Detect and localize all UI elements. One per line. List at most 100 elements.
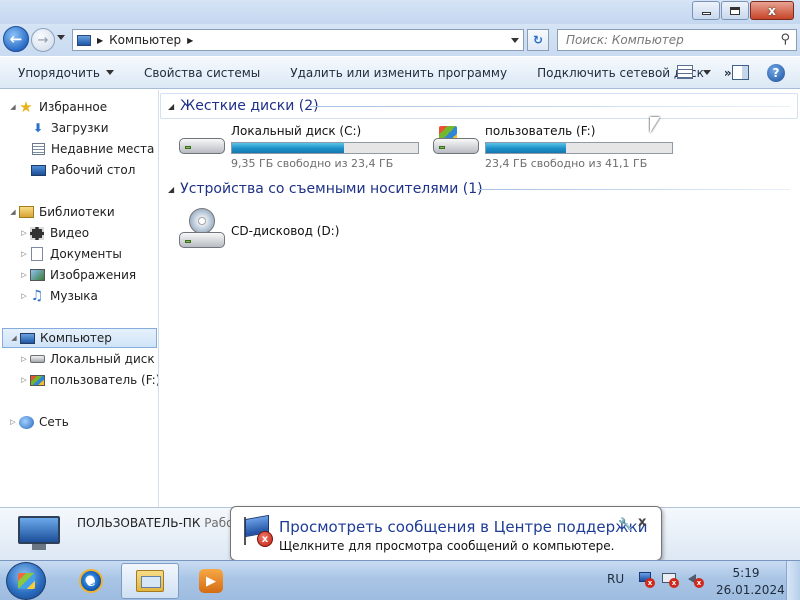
collapse-icon[interactable]: ◢	[8, 103, 18, 111]
nav-recent-places-label: Недавние места	[51, 142, 155, 156]
nav-user-disk-f[interactable]: ▷ пользователь (F:)	[19, 370, 158, 390]
nav-documents[interactable]: ▷ Документы	[19, 244, 122, 264]
drive-c[interactable]: Локальный диск (C:) 9,35 ГБ свободно из …	[177, 124, 419, 170]
command-bar: Упорядочить Свойства системы Удалить или…	[0, 56, 800, 89]
taskbar-windows-explorer[interactable]	[121, 563, 179, 599]
change-view-button[interactable]	[677, 65, 711, 79]
nav-libraries[interactable]: ◢ Библиотеки	[8, 202, 114, 222]
group-header-hard-drives[interactable]: ◢ Жесткие диски (2)	[168, 97, 319, 115]
start-button[interactable]	[6, 562, 46, 600]
nav-computer[interactable]: ◢ Компьютер	[2, 328, 157, 348]
expand-icon[interactable]: ▷	[19, 271, 29, 279]
forward-button[interactable]: →	[31, 28, 55, 52]
nav-documents-label: Документы	[50, 247, 122, 261]
nav-favorites[interactable]: ◢ ★ Избранное	[8, 97, 107, 117]
organize-button[interactable]: Упорядочить	[18, 66, 114, 80]
language-indicator[interactable]: RU	[607, 572, 624, 586]
drive-d[interactable]: CD-дисковод (D:)	[177, 208, 339, 252]
breadcrumb-computer[interactable]: Компьютер	[109, 33, 181, 47]
expand-icon[interactable]: ▷	[19, 292, 29, 300]
documents-library-icon	[29, 247, 45, 261]
system-properties-button[interactable]: Свойства системы	[144, 66, 260, 80]
expand-icon[interactable]: ▷	[8, 418, 18, 426]
notification-title[interactable]: Просмотреть сообщения в Центре поддержки	[279, 518, 647, 536]
nav-pictures-label: Изображения	[50, 268, 137, 282]
drive-f-info: пользователь (F:) 23,4 ГБ свободно из 41…	[485, 124, 673, 170]
desktop-icon	[30, 163, 46, 177]
nav-music-label: Музыка	[50, 289, 98, 303]
action-center-notification[interactable]: x Просмотреть сообщения в Центре поддерж…	[230, 506, 662, 575]
preview-pane-button[interactable]	[732, 65, 749, 80]
back-button[interactable]: ←	[3, 26, 29, 52]
breadcrumb-separator-icon[interactable]: ▶	[97, 36, 103, 45]
search-icon[interactable]: ⚲	[780, 32, 790, 47]
taskbar-media-player[interactable]: ▶	[182, 563, 240, 599]
view-icon	[677, 65, 693, 79]
collapse-group-icon[interactable]: ◢	[168, 102, 174, 111]
expand-icon[interactable]: ▷	[19, 355, 29, 363]
group-header-removable[interactable]: ◢ Устройства со съемными носителями (1)	[168, 180, 483, 198]
expand-icon[interactable]: ▷	[19, 250, 29, 258]
drive-name: CD-дисковод (D:)	[231, 224, 340, 238]
title-bar: x	[0, 0, 800, 24]
maximize-button[interactable]	[721, 1, 749, 20]
nav-network[interactable]: ▷ Сеть	[8, 412, 69, 432]
divider	[310, 106, 790, 107]
nav-music[interactable]: ▷ ♫ Музыка	[19, 286, 98, 306]
drive-free-text: 23,4 ГБ свободно из 41,1 ГБ	[485, 157, 648, 170]
more-icon: »	[723, 65, 732, 80]
group-title: Устройства со съемными носителями (1)	[180, 181, 483, 197]
action-center-tray-icon[interactable]: x	[637, 570, 655, 588]
expand-icon[interactable]: ▷	[19, 229, 29, 237]
address-bar[interactable]: ▶ Компьютер ▶	[72, 29, 524, 51]
collapse-icon[interactable]: ◢	[9, 334, 19, 342]
drive-d-info: CD-дисковод (D:)	[231, 224, 339, 252]
network-tray-icon[interactable]: x	[661, 570, 679, 588]
drive-usage-bar	[231, 142, 419, 154]
address-dropdown-icon[interactable]	[511, 38, 519, 43]
nav-desktop[interactable]: Рабочий стол	[30, 160, 135, 180]
nav-computer-label: Компьютер	[40, 331, 112, 345]
windows-drive-icon	[431, 124, 479, 160]
search-input[interactable]: Поиск: Компьютер ⚲	[557, 29, 797, 51]
network-icon	[18, 415, 34, 429]
more-commands-button[interactable]: »	[724, 66, 732, 80]
drive-f[interactable]: пользователь (F:) 23,4 ГБ свободно из 41…	[431, 124, 673, 170]
drive-usage-fill	[486, 143, 566, 153]
window-controls: x	[691, 1, 794, 20]
minimize-button[interactable]	[692, 1, 720, 20]
internet-explorer-icon: e	[79, 569, 103, 593]
pictures-library-icon	[29, 268, 45, 282]
show-desktop-button[interactable]	[786, 561, 800, 600]
maximize-icon	[730, 6, 740, 15]
refresh-button[interactable]: ↻	[527, 29, 549, 51]
navigation-pane: ◢ ★ Избранное ⬇ Загрузки Недавние места …	[0, 90, 159, 507]
taskbar-internet-explorer[interactable]: e	[62, 563, 120, 599]
collapse-icon[interactable]: ◢	[8, 208, 18, 216]
clock[interactable]: 5:19 26.01.2024	[716, 565, 785, 599]
nav-downloads[interactable]: ⬇ Загрузки	[30, 118, 109, 138]
close-button[interactable]: x	[750, 1, 794, 20]
recent-pages-dropdown[interactable]	[57, 35, 65, 40]
notification-close-button[interactable]: x	[638, 515, 646, 530]
recent-places-icon	[30, 142, 46, 156]
nav-pictures[interactable]: ▷ Изображения	[19, 265, 136, 285]
nav-recent-places[interactable]: Недавние места	[30, 139, 154, 159]
uninstall-program-button[interactable]: Удалить или изменить программу	[290, 66, 507, 80]
video-library-icon	[29, 226, 45, 240]
help-button[interactable]: ?	[767, 64, 785, 82]
volume-tray-icon[interactable]: x	[686, 570, 704, 588]
windows-explorer-icon	[136, 570, 164, 592]
clock-time: 5:19	[732, 566, 760, 580]
close-icon: x	[768, 3, 776, 18]
wrench-icon[interactable]: 🔧	[618, 517, 633, 531]
breadcrumb-separator-icon[interactable]: ▶	[187, 36, 193, 45]
collapse-group-icon[interactable]: ◢	[168, 185, 174, 194]
nav-network-label: Сеть	[39, 415, 69, 429]
expand-icon[interactable]: ▷	[19, 376, 29, 384]
action-center-flag-icon: x	[243, 514, 275, 549]
computer-icon	[18, 516, 60, 550]
help-icon: ?	[772, 66, 780, 80]
nav-local-disk-c[interactable]: ▷ Локальный диск (C	[19, 349, 158, 369]
nav-videos[interactable]: ▷ Видео	[19, 223, 89, 243]
